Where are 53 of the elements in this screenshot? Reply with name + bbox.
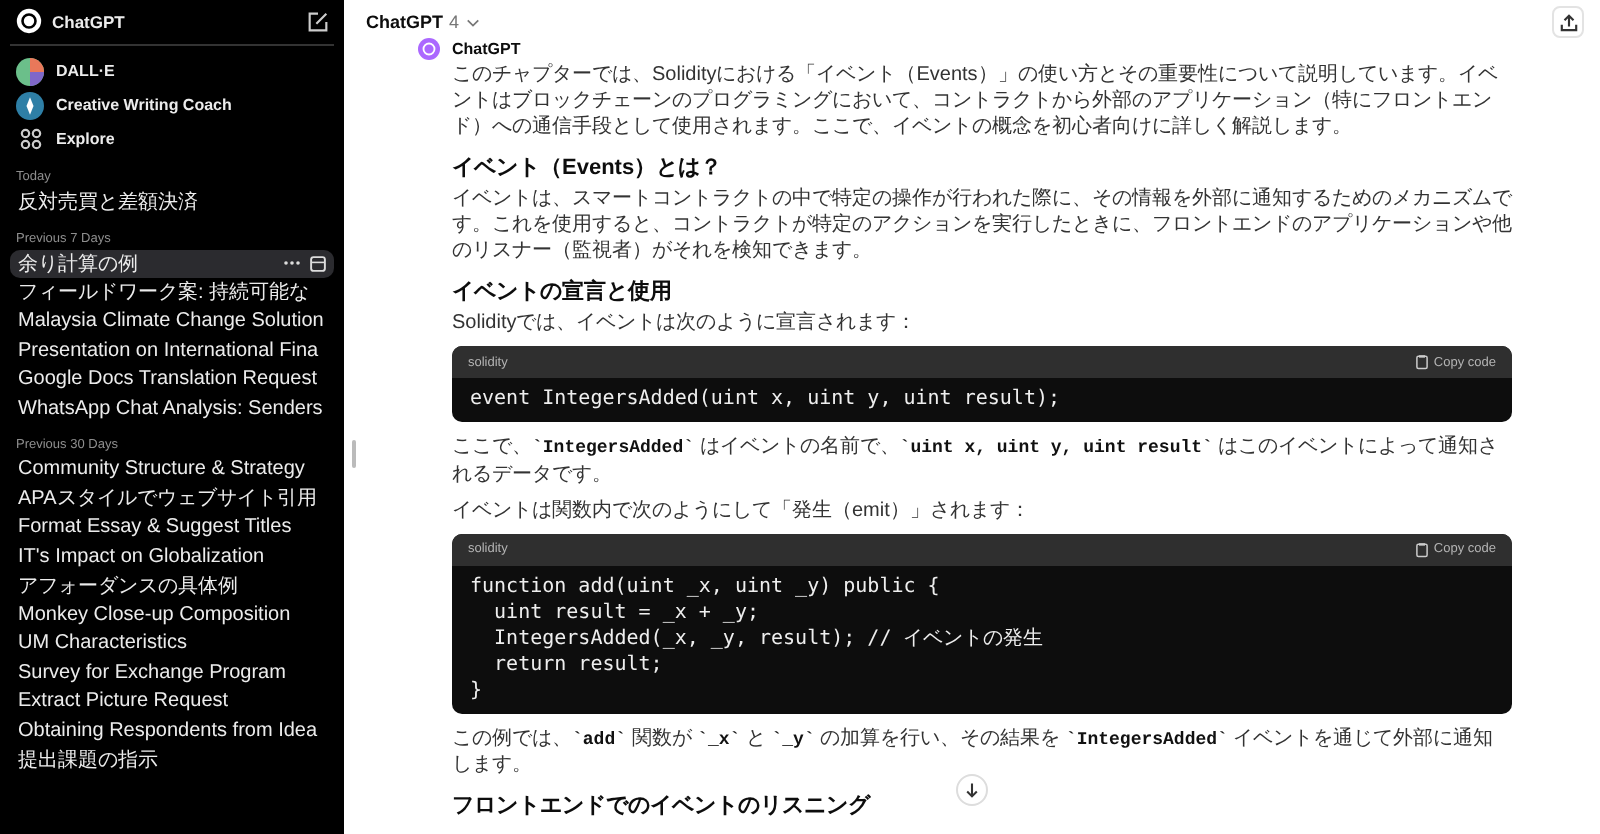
chat-item[interactable]: 余り計算の例 [10,249,334,278]
chat-item[interactable]: Monkey Close-up Composition [10,600,334,629]
logo-icon [16,8,42,34]
colorful-circle-icon [16,57,44,85]
chat-item[interactable]: Format Essay & Suggest Titles [10,513,334,542]
chat-item[interactable]: Malaysia Climate Change Solution [10,307,334,336]
paragraph: イベントは関数内で次のようにして「発生（emit）」されます： [452,497,1032,524]
grid-icon [16,128,44,150]
paragraph: ここで、`IntegersAdded` はイベントの名前で、`uint x, uint y, uint result` はこのイベントによって通知されるデータです。 [452,434,1501,488]
gpt-item[interactable]: Creative Writing Coach [10,88,334,122]
chat-item[interactable]: Obtaining Respondents from Idea [10,716,334,745]
clipboard-icon [1415,354,1428,370]
chat-item[interactable]: APAスタイルでウェブサイト引用 [10,484,334,513]
assistant-avatar-icon [418,38,440,60]
arrow-down-icon [964,782,980,798]
chat-item[interactable]: UM Characteristics [10,629,334,658]
share-button[interactable] [1552,6,1584,38]
chat-item[interactable]: Google Docs Translation Request [10,365,334,394]
gpt-item[interactable]: DALL·E [10,54,334,88]
scroll-down-button[interactable] [956,774,988,806]
sidebar-handle[interactable] [352,440,356,468]
paragraph: このチャプターでは、Solidityにおける「イベント（Events）」の使い方とその重要性について説明しています。イベントはブロックチェーンのプログラミングにおいて、コントラクトから外部のアプリケーション（特にフロントエンド）への通信手段として使用されます。ここで、イベントの概念を初心者向けに詳しく解説します。 [452,62,1500,140]
chat-item[interactable]: フィールドワーク案: 持続可能な [10,278,334,307]
edit-icon [308,11,328,31]
section-heading: イベント（Events）とは？ [452,154,725,182]
section-heading: フロントエンドでのイベントのリスニング [452,792,873,821]
code-line: } [470,677,485,704]
code-line: event IntegersAdded(uint x, uint y, uint result); [470,386,1063,412]
code-line: uint result = _x + _y; [492,599,761,626]
chat-item[interactable]: 反対売買と差額決済 [10,188,334,217]
chat-item[interactable]: 提出課題の指示 [10,745,334,774]
code-line: IntegersAdded(_x, _y, result); // イベントの発生 [492,625,1046,652]
more-icon [282,260,302,267]
chat-item[interactable]: IT's Impact on Globalization [10,542,334,571]
author-name: ChatGPT [452,40,521,58]
chat-item[interactable]: Survey for Exchange Program [10,658,334,687]
chat-item[interactable]: アフォーダンスの具体例 [10,571,334,600]
chat-item[interactable]: Extract Picture Request [10,687,334,716]
gpt-item[interactable]: Explore [10,122,334,156]
code-line: function add(uint _x, uint _y) public { [470,573,942,600]
chat-item[interactable]: WhatsApp Chat Analysis: Senders [10,394,334,423]
upload-icon [1559,13,1577,31]
section-heading: イベントの宣言と使用 [452,277,674,306]
chevron-down-icon [465,17,480,27]
chat-item[interactable]: Community Structure & Strategy [10,455,334,484]
model-selector[interactable]: ChatGPT 4 [360,6,486,38]
brand-link[interactable]: ChatGPT [16,8,125,34]
code-line: return result; [492,651,665,678]
paragraph: Solidityでは、イベントは次のように宣言されます： [452,310,919,336]
paragraph: この例では、`add` 関数が `_x` と `_y` の加算を行い、その結果を `IntegersAdded` イベントを通じて外部に通知します。 [452,725,1496,779]
chat-item[interactable]: Presentation on International Fina [10,336,334,365]
clipboard-icon [1415,541,1428,558]
paragraph: イベントは、スマートコントラクトの中で特定の操作が行われた際に、その情報を外部に通知するためのメカニズムです。これを使用すると、コントラクトが特定のアクションを実行したときに、フロントエンドのアプリケーションや他のリスナー（監視者）がそれを検知できます。 [452,186,1512,264]
